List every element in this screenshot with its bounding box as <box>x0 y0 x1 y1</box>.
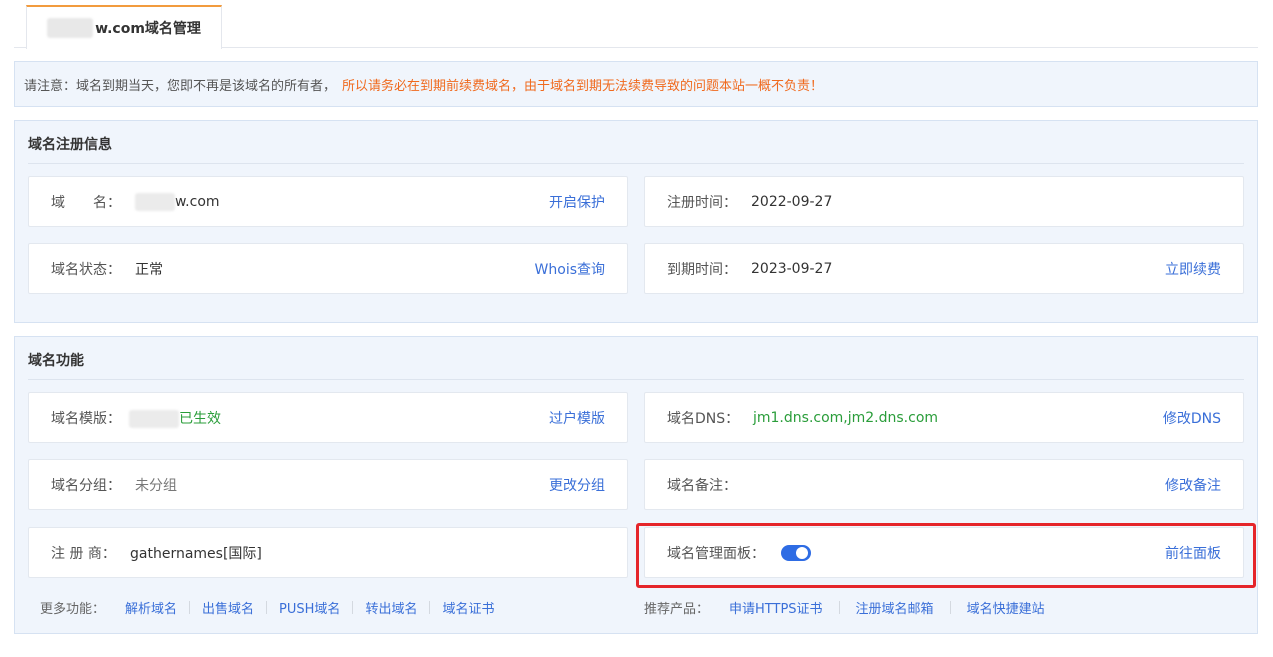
recommended-products-row: 推荐产品： 申请HTTPS证书 注册域名邮箱 域名快捷建站 <box>644 598 1045 617</box>
management-panel-card: 域名管理面板： 前往面板 <box>644 527 1244 578</box>
status-value: 正常 <box>135 261 163 278</box>
link-quick-site[interactable]: 域名快捷建站 <box>967 598 1045 617</box>
registrar-card: 注 册 商： gathernames[国际] <box>28 527 628 578</box>
expire-value: 2023-09-27 <box>751 260 833 277</box>
link-push-domain[interactable]: PUSH域名 <box>279 598 340 617</box>
dns-value: jm1.dns.com,jm2.dns.com <box>753 409 939 426</box>
dns-label: 域名DNS： <box>667 410 740 427</box>
registrar-value: gathernames[国际] <box>130 545 262 562</box>
more-features-label: 更多功能： <box>40 602 106 617</box>
redacted-domain-prefix <box>47 18 94 38</box>
redacted-template <box>129 409 179 428</box>
separator <box>352 601 354 614</box>
tab-bar: w.com域名管理 <box>14 0 1258 49</box>
divider <box>28 163 1244 164</box>
remark-card: 域名备注： 修改备注 <box>644 459 1244 510</box>
notice-text: 请注意：域名到期当天，您即不再是该域名的所有者， <box>24 78 337 94</box>
transfer-template-link[interactable]: 过户模版 <box>549 408 605 428</box>
registration-info-panel: 域名注册信息 域 名： w.com 开启保护 注册时间： 2022-09-27 … <box>14 120 1258 323</box>
dns-card: 域名DNS： jm1.dns.com,jm2.dns.com 修改DNS <box>644 392 1244 443</box>
domain-label: 域 名： <box>51 194 121 211</box>
separator <box>266 601 268 614</box>
separator <box>189 601 191 614</box>
separator <box>429 601 431 614</box>
enable-protection-link[interactable]: 开启保护 <box>549 192 605 212</box>
go-to-panel-link[interactable]: 前往面板 <box>1165 543 1221 563</box>
modify-dns-link[interactable]: 修改DNS <box>1163 408 1221 428</box>
link-domain-certificate[interactable]: 域名证书 <box>442 598 494 617</box>
reg-time-label: 注册时间： <box>667 194 737 211</box>
domain-value: w.com <box>135 192 220 211</box>
whois-link[interactable]: Whois查询 <box>535 259 605 279</box>
divider <box>28 379 1244 380</box>
template-label: 域名模版： <box>51 410 121 427</box>
registration-time-card: 注册时间： 2022-09-27 <box>644 176 1244 227</box>
status-label: 域名状态： <box>51 261 121 278</box>
management-panel-toggle[interactable] <box>781 544 811 561</box>
notice-warning: 所以请务必在到期前续费域名，由于域名到期无法续费导致的问题本站一概不负责！ <box>342 78 824 94</box>
registrar-label: 注 册 商： <box>51 545 116 562</box>
separator <box>949 601 951 614</box>
expiry-notice: 请注意：域名到期当天，您即不再是该域名的所有者， 所以请务必在到期前续费域名，由… <box>14 61 1258 107</box>
toggle-knob <box>796 546 808 559</box>
template-value: 已生效 <box>129 408 221 428</box>
expiry-time-card: 到期时间： 2023-09-27 立即续费 <box>644 243 1244 294</box>
link-https-cert[interactable]: 申请HTTPS证书 <box>729 598 823 617</box>
reg-time-value: 2022-09-27 <box>751 193 833 210</box>
more-features-row: 更多功能： 解析域名 出售域名 PUSH域名 转出域名 域名证书 <box>40 598 494 617</box>
template-card: 域名模版： 已生效 过户模版 <box>28 392 628 443</box>
recommended-label: 推荐产品： <box>644 602 710 617</box>
change-group-link[interactable]: 更改分组 <box>549 475 605 495</box>
link-resolve-domain[interactable]: 解析域名 <box>125 598 177 617</box>
group-value: 未分组 <box>135 477 177 494</box>
group-card: 域名分组： 未分组 更改分组 <box>28 459 628 510</box>
renew-link[interactable]: 立即续费 <box>1165 259 1221 279</box>
tab-label: w.com域名管理 <box>95 21 201 37</box>
management-panel-label: 域名管理面板： <box>667 545 765 562</box>
panel-title-registration: 域名注册信息 <box>28 137 112 153</box>
panel-title-features: 域名功能 <box>28 353 84 369</box>
expire-label: 到期时间： <box>667 261 737 278</box>
group-label: 域名分组： <box>51 477 121 494</box>
domain-status-card: 域名状态： 正常 Whois查询 <box>28 243 628 294</box>
modify-remark-link[interactable]: 修改备注 <box>1165 475 1221 495</box>
domain-features-panel: 域名功能 域名模版： 已生效 过户模版 域名DNS： jm1.dns.com,j… <box>14 336 1258 634</box>
tab-domain-management[interactable]: w.com域名管理 <box>26 5 222 49</box>
link-transfer-out[interactable]: 转出域名 <box>365 598 417 617</box>
separator <box>838 601 840 614</box>
redacted-domain <box>135 192 175 211</box>
link-domain-email[interactable]: 注册域名邮箱 <box>856 598 934 617</box>
link-sell-domain[interactable]: 出售域名 <box>202 598 254 617</box>
remark-label: 域名备注： <box>667 477 737 494</box>
domain-name-card: 域 名： w.com 开启保护 <box>28 176 628 227</box>
